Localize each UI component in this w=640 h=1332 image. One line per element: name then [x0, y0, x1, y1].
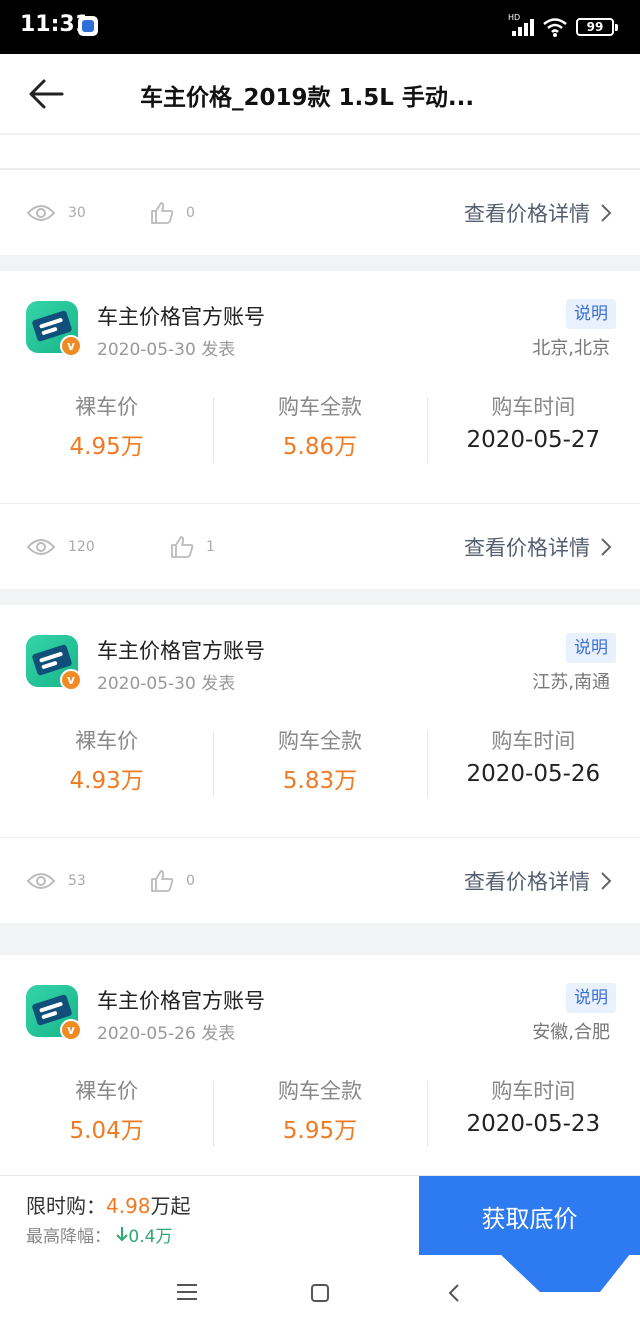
promo-price: 4.98	[106, 1194, 151, 1218]
price-summary: 裸车价 4.95万 购车全款 5.86万 购车时间 2020-05-27	[0, 381, 640, 503]
thumbs-up-icon	[151, 201, 174, 224]
post-date: 2020-05-30 发表	[97, 674, 236, 694]
verified-badge-icon: v	[60, 669, 82, 691]
full-price-value: 5.86万	[282, 434, 358, 460]
like-button[interactable]: 0	[150, 869, 195, 892]
purchase-date-value: 2020-05-27	[466, 427, 601, 453]
partial-card-top	[0, 135, 640, 169]
purchase-date-value: 2020-05-23	[466, 1111, 601, 1137]
eye-icon	[26, 204, 56, 221]
bare-price-label: 裸车价	[75, 1079, 139, 1103]
stats-row: 53 0 查看价格详情	[0, 837, 640, 923]
chevron-right-icon	[601, 537, 612, 556]
location: 江苏,南通	[532, 672, 610, 693]
bare-price-value: 5.04万	[69, 1118, 144, 1144]
button-tail-shape	[500, 1254, 630, 1292]
battery-icon: 99	[576, 18, 618, 36]
avatar[interactable]: v	[26, 985, 82, 1041]
view-count: 53	[26, 871, 86, 891]
price-list[interactable]: 30 0 查看价格详情 v 车主价格官方账号 2020-05-30 发表 说明 …	[0, 135, 640, 1175]
page-title: 车主价格_2019款 1.5L 手动...	[140, 85, 475, 111]
view-count: 120	[26, 537, 95, 557]
post-header[interactable]: v 车主价格官方账号 2020-05-30 发表 说明 北京,北京	[0, 271, 640, 381]
eye-icon	[26, 538, 56, 555]
thumbs-up-icon	[171, 535, 194, 558]
post-header[interactable]: v 车主价格官方账号 2020-05-26 发表 说明 安徽,合肥	[0, 955, 640, 1065]
eye-icon	[26, 872, 56, 889]
like-button[interactable]: 1	[170, 535, 215, 558]
purchase-time-label: 购车时间	[491, 395, 576, 419]
price-summary: 裸车价 4.93万 购车全款 5.83万 购车时间 2020-05-26	[0, 715, 640, 837]
back-arrow-icon[interactable]	[26, 76, 66, 112]
get-lowest-price-button[interactable]: 获取底价	[419, 1176, 640, 1256]
explanation-tag[interactable]: 说明	[566, 633, 616, 663]
baidu-app-icon	[78, 16, 98, 36]
home-icon[interactable]	[311, 1284, 329, 1302]
view-price-detail-link[interactable]: 查看价格详情	[464, 866, 612, 896]
purchase-date-value: 2020-05-26	[466, 761, 601, 787]
explanation-tag[interactable]: 说明	[566, 983, 616, 1013]
post-date: 2020-05-30 发表	[97, 340, 236, 360]
avatar[interactable]: v	[26, 301, 82, 357]
signal-icon	[508, 18, 534, 36]
price-summary: 裸车价 5.04万 购车全款 5.95万 购车时间 2020-05-23	[0, 1065, 640, 1175]
bare-price-value: 4.93万	[69, 768, 144, 794]
verified-badge-icon: v	[60, 335, 82, 357]
location: 北京,北京	[532, 338, 610, 359]
view-count: 30	[26, 203, 86, 223]
nav-bar: 车主价格_2019款 1.5L 手动...	[0, 54, 640, 134]
chevron-right-icon	[601, 203, 612, 222]
full-price-value: 5.95万	[282, 1118, 358, 1144]
max-price-drop: 最高降幅： 0.4万	[26, 1227, 173, 1247]
back-icon[interactable]	[446, 1283, 462, 1303]
full-price-value: 5.83万	[282, 768, 358, 794]
bare-price-label: 裸车价	[75, 395, 139, 419]
location: 安徽,合肥	[532, 1022, 610, 1043]
purchase-time-label: 购车时间	[491, 729, 576, 753]
explanation-tag[interactable]: 说明	[566, 299, 616, 329]
bare-price-label: 裸车价	[75, 729, 139, 753]
verified-badge-icon: v	[60, 1019, 82, 1041]
like-button[interactable]: 0	[150, 201, 195, 224]
view-price-detail-link[interactable]: 查看价格详情	[464, 532, 612, 562]
author-name[interactable]: 车主价格官方账号	[97, 301, 265, 331]
thumbs-up-icon	[151, 869, 174, 892]
full-price-label: 购车全款	[277, 1079, 362, 1103]
view-price-detail-link[interactable]: 查看价格详情	[464, 198, 612, 228]
avatar[interactable]: v	[26, 635, 82, 691]
arrow-down-icon	[116, 1227, 129, 1242]
full-price-label: 购车全款	[277, 729, 362, 753]
wifi-icon	[543, 18, 567, 37]
status-bar: 11:31 HD 99	[0, 0, 640, 54]
author-name[interactable]: 车主价格官方账号	[97, 985, 265, 1015]
post-date: 2020-05-26 发表	[97, 1024, 236, 1044]
chevron-right-icon	[601, 871, 612, 890]
full-price-label: 购车全款	[277, 395, 362, 419]
limited-offer: 限时购：4.98万起	[26, 1194, 191, 1218]
bare-price-value: 4.95万	[69, 434, 144, 460]
stats-row: 30 0 查看价格详情	[0, 169, 640, 255]
post-header[interactable]: v 车主价格官方账号 2020-05-30 发表 说明 江苏,南通	[0, 605, 640, 715]
purchase-time-label: 购车时间	[491, 1079, 576, 1103]
bottom-promo-bar: 限时购：4.98万起 最高降幅： 0.4万 获取底价	[0, 1175, 640, 1256]
author-name[interactable]: 车主价格官方账号	[97, 635, 265, 665]
stats-row: 120 1 查看价格详情	[0, 503, 640, 589]
drop-value: 0.4万	[128, 1227, 173, 1247]
menu-icon[interactable]	[177, 1284, 197, 1300]
